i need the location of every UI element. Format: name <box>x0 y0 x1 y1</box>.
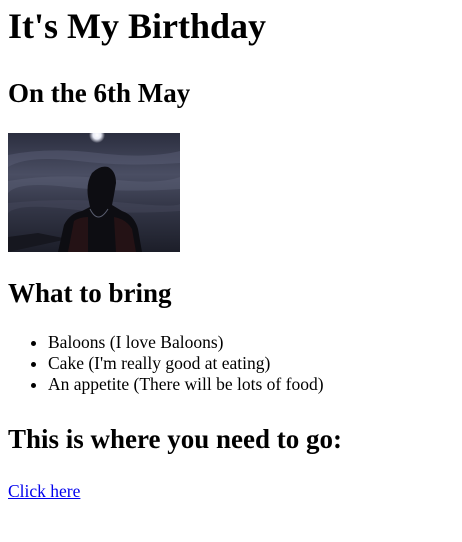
night-sky-portrait-photo-icon <box>8 133 180 252</box>
page-title: It's My Birthday <box>8 6 267 46</box>
list-item: Cake (I'm really good at eating) <box>48 353 454 374</box>
birthday-photo <box>8 133 180 252</box>
link-container: Click here <box>8 481 454 502</box>
date-heading: On the 6th May <box>8 78 191 108</box>
bring-heading: What to bring <box>8 278 172 308</box>
directions-heading: This is where you need to go: <box>8 424 343 454</box>
bring-list: Baloons (I love Baloons) Cake (I'm reall… <box>8 332 454 395</box>
click-here-link[interactable]: Click here <box>8 481 80 501</box>
list-item: Baloons (I love Baloons) <box>48 332 454 353</box>
page-content: It's My Birthday On the 6th May What to … <box>0 5 462 502</box>
list-item: An appetite (There will be lots of food) <box>48 374 454 395</box>
